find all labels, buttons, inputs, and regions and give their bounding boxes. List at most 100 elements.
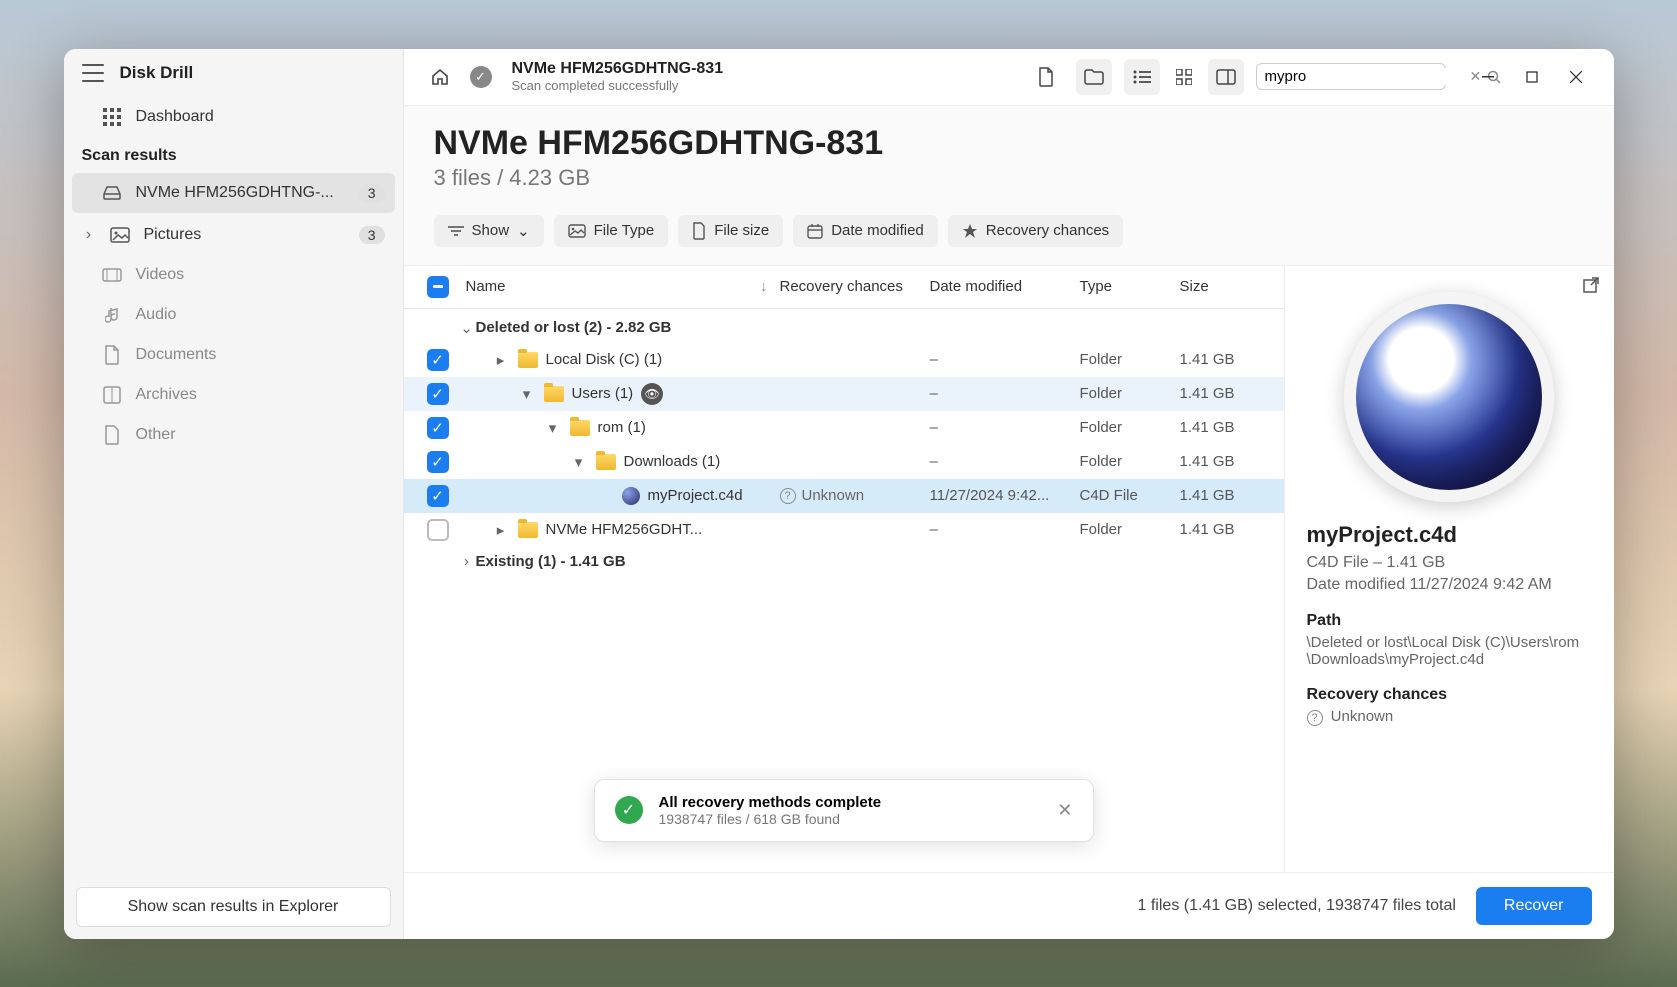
star-icon xyxy=(962,223,978,239)
row-size: 1.41 GB xyxy=(1180,487,1270,504)
sidebar-item-drive[interactable]: NVMe HFM256GDHTNG-... 3 xyxy=(72,173,395,213)
toast-title: All recovery methods complete xyxy=(659,794,1042,811)
chevron-right-icon[interactable]: › xyxy=(458,553,476,570)
drive-icon xyxy=(102,183,122,203)
file-icon[interactable] xyxy=(1028,59,1064,95)
chevron-icon[interactable]: ▾ xyxy=(544,419,562,437)
row-checkbox[interactable]: ✓ xyxy=(427,417,449,439)
page-subtitle: 3 files / 4.23 GB xyxy=(434,165,1584,191)
page-title: NVMe HFM256GDHTNG-831 xyxy=(434,124,1584,163)
sidebar-item-other[interactable]: Other xyxy=(64,415,403,455)
folder-icon xyxy=(518,352,538,368)
sidebar-item-archives[interactable]: Archives xyxy=(64,375,403,415)
row-type: C4D File xyxy=(1080,487,1180,504)
details-recovery-value: ? Unknown xyxy=(1307,708,1592,726)
file-row[interactable]: ✓▾Downloads (1)–Folder1.41 GB xyxy=(404,445,1284,479)
window-controls xyxy=(1468,59,1596,95)
column-type[interactable]: Type xyxy=(1080,278,1180,295)
nav-dashboard[interactable]: Dashboard xyxy=(64,97,403,137)
file-row[interactable]: ✓▸Local Disk (C) (1)–Folder1.41 GB xyxy=(404,343,1284,377)
column-name[interactable]: Name↓ xyxy=(458,278,780,295)
column-recovery[interactable]: Recovery chances xyxy=(780,278,930,295)
row-checkbox[interactable]: ✓ xyxy=(427,349,449,371)
grid-view-icon[interactable] xyxy=(1166,59,1202,95)
content-header: NVMe HFM256GDHTNG-831 3 files / 4.23 GB xyxy=(404,106,1614,201)
file-row[interactable]: ✓▾Users (1)👁–Folder1.41 GB xyxy=(404,377,1284,411)
file-row[interactable]: ✓▾rom (1)–Folder1.41 GB xyxy=(404,411,1284,445)
show-in-explorer-button[interactable]: Show scan results in Explorer xyxy=(76,887,391,927)
row-checkbox[interactable] xyxy=(427,519,449,541)
file-row[interactable]: ▸NVMe HFM256GDHT...–Folder1.41 GB xyxy=(404,513,1284,547)
calendar-icon xyxy=(807,223,823,239)
popout-icon[interactable] xyxy=(1582,276,1600,294)
folder-view-icon[interactable] xyxy=(1076,59,1112,95)
filter-file-type[interactable]: File Type xyxy=(554,215,669,247)
sidebar-item-documents[interactable]: Documents xyxy=(64,335,403,375)
eye-icon[interactable]: 👁 xyxy=(641,383,663,405)
search-input[interactable] xyxy=(1265,68,1464,85)
row-checkbox[interactable]: ✓ xyxy=(427,451,449,473)
group-header[interactable]: › Existing (1) - 1.41 GB xyxy=(404,547,1284,576)
toast-close-icon[interactable]: ✕ xyxy=(1057,800,1072,821)
sidebar-item-label: Audio xyxy=(136,306,177,324)
details-panel: myProject.c4d C4D File – 1.41 GB Date mo… xyxy=(1284,266,1614,872)
sidebar-item-audio[interactable]: Audio xyxy=(64,295,403,335)
row-size: 1.41 GB xyxy=(1180,453,1270,470)
panel-view-icon[interactable] xyxy=(1208,59,1244,95)
row-checkbox[interactable]: ✓ xyxy=(427,383,449,405)
details-meta-date: Date modified 11/27/2024 9:42 AM xyxy=(1307,576,1592,594)
row-date: – xyxy=(930,521,1080,538)
view-mode-group xyxy=(1124,59,1244,95)
row-type: Folder xyxy=(1080,351,1180,368)
main-area: ✓ NVMe HFM256GDHTNG-831 Scan completed s… xyxy=(404,49,1614,939)
file-preview-icon xyxy=(1344,292,1554,502)
hamburger-icon[interactable] xyxy=(82,64,104,82)
details-recovery-label: Recovery chances xyxy=(1307,686,1592,704)
chevron-down-icon[interactable]: ⌄ xyxy=(458,319,476,337)
close-button[interactable] xyxy=(1556,59,1596,95)
chevron-icon[interactable]: ▸ xyxy=(492,351,510,369)
sidebar-item-label: NVMe HFM256GDHTNG-... xyxy=(136,184,334,202)
recover-button[interactable]: Recover xyxy=(1476,887,1592,925)
row-size: 1.41 GB xyxy=(1180,385,1270,402)
details-path-value: \Deleted or lost\Local Disk (C)\Users\ro… xyxy=(1307,634,1592,668)
row-date: – xyxy=(930,385,1080,402)
folder-icon xyxy=(518,522,538,538)
file-row[interactable]: ✓myProject.c4d?Unknown11/27/2024 9:42...… xyxy=(404,479,1284,513)
filter-show[interactable]: Show ⌄ xyxy=(434,215,544,247)
table-area: Name↓ Recovery chances Date modified Typ… xyxy=(404,266,1284,872)
c4d-file-icon xyxy=(622,487,640,505)
row-recovery: Unknown xyxy=(802,487,865,504)
filter-icon xyxy=(448,225,464,237)
sidebar-item-label: Pictures xyxy=(144,226,202,244)
column-size[interactable]: Size xyxy=(1180,278,1270,295)
row-type: Folder xyxy=(1080,385,1180,402)
chevron-down-icon: ⌄ xyxy=(517,222,530,240)
selection-status: 1 files (1.41 GB) selected, 1938747 file… xyxy=(1138,897,1456,915)
select-all-checkbox[interactable] xyxy=(427,276,449,298)
search-box[interactable]: ✕ xyxy=(1256,63,1446,90)
row-checkbox[interactable]: ✓ xyxy=(427,485,449,507)
column-date[interactable]: Date modified xyxy=(930,278,1080,295)
other-icon xyxy=(102,425,122,445)
chevron-icon[interactable]: ▾ xyxy=(570,453,588,471)
row-date: – xyxy=(930,453,1080,470)
home-icon[interactable] xyxy=(422,59,458,95)
filter-recovery[interactable]: Recovery chances xyxy=(948,215,1123,247)
sidebar: Disk Drill Dashboard Scan results NVMe H… xyxy=(64,49,404,939)
chevron-icon[interactable]: ▾ xyxy=(518,385,536,403)
list-view-icon[interactable] xyxy=(1124,59,1160,95)
app-title: Disk Drill xyxy=(120,63,194,83)
chevron-right-icon[interactable]: › xyxy=(82,226,96,244)
chevron-icon[interactable]: ▸ xyxy=(492,521,510,539)
sidebar-item-videos[interactable]: Videos xyxy=(64,255,403,295)
filter-file-size[interactable]: File size xyxy=(678,215,783,247)
minimize-button[interactable] xyxy=(1468,59,1508,95)
sidebar-item-pictures[interactable]: › Pictures 3 xyxy=(64,215,403,255)
maximize-button[interactable] xyxy=(1512,59,1552,95)
audio-icon xyxy=(102,305,122,325)
row-name: rom (1) xyxy=(598,419,646,436)
filter-date-modified[interactable]: Date modified xyxy=(793,215,938,247)
grid-icon xyxy=(102,107,122,127)
group-header[interactable]: ⌄ Deleted or lost (2) - 2.82 GB xyxy=(404,313,1284,343)
